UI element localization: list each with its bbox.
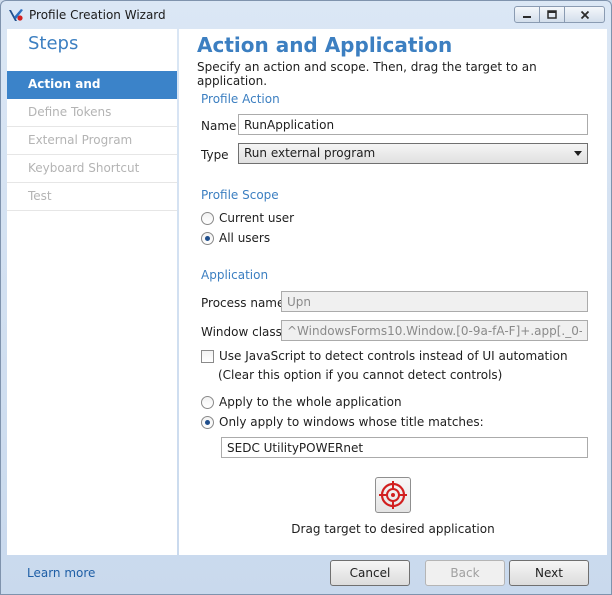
scope-all-users-option[interactable]: All users	[201, 231, 270, 245]
main-panel: Action and Application Specify an action…	[179, 29, 607, 555]
close-icon	[580, 10, 589, 19]
page-subtitle: Specify an action and scope. Then, drag …	[197, 60, 537, 88]
drag-target-caption: Drag target to desired application	[291, 522, 495, 536]
apply-whole-application-option[interactable]: Apply to the whole application	[201, 395, 402, 409]
application-heading: Application	[201, 268, 269, 282]
next-button[interactable]: Next	[509, 560, 589, 586]
step-define-tokens: Define Tokens	[7, 99, 177, 127]
close-button[interactable]	[565, 6, 605, 23]
profile-scope-heading: Profile Scope	[201, 188, 279, 202]
minimize-button[interactable]	[514, 6, 540, 23]
type-select[interactable]: Run external program	[238, 143, 588, 164]
scope-current-user-radio[interactable]	[201, 211, 214, 225]
step-action-and-application[interactable]: Action and Application	[7, 71, 177, 118]
back-button[interactable]: Back	[425, 560, 505, 586]
maximize-button[interactable]	[540, 6, 565, 23]
page-title: Action and Application	[197, 33, 453, 57]
window-class-input[interactable]	[281, 320, 588, 341]
name-input[interactable]	[238, 114, 588, 135]
cancel-button[interactable]: Cancel	[330, 560, 410, 586]
process-name-input[interactable]	[281, 291, 588, 312]
app-logo-icon	[8, 7, 24, 23]
steps-title: Steps	[28, 33, 79, 54]
crosshair-target-icon	[379, 481, 407, 509]
steps-sidebar: Steps Action and Application Define Toke…	[7, 29, 177, 555]
profile-action-heading: Profile Action	[201, 92, 280, 106]
use-javascript-note: (Clear this option if you cannot detect …	[218, 368, 503, 382]
step-keyboard-shortcut: Keyboard Shortcut	[7, 155, 177, 183]
wizard-window: Profile Creation Wizard Steps Action and…	[0, 0, 612, 595]
title-match-input[interactable]	[221, 437, 588, 458]
process-name-label: Process name	[201, 296, 285, 310]
name-label: Name	[201, 119, 237, 133]
title-bar[interactable]: Profile Creation Wizard	[1, 1, 611, 29]
scope-current-user-option[interactable]: Current user	[201, 211, 294, 225]
type-select-value: Run external program	[244, 146, 376, 160]
step-external-program: External Program	[7, 127, 177, 155]
window-class-label: Window class	[201, 325, 282, 339]
apply-whole-application-radio[interactable]	[201, 395, 214, 409]
maximize-icon	[547, 10, 557, 19]
type-label: Type	[201, 148, 229, 162]
chevron-down-icon	[574, 151, 582, 156]
scope-all-users-label: All users	[219, 231, 271, 245]
use-javascript-option[interactable]: Use JavaScript to detect controls instea…	[201, 349, 568, 363]
learn-more-link[interactable]: Learn more	[27, 566, 95, 580]
apply-title-match-radio[interactable]	[201, 415, 214, 429]
drag-target-handle[interactable]	[375, 477, 411, 513]
use-javascript-label: Use JavaScript to detect controls instea…	[219, 349, 568, 363]
scope-all-users-radio[interactable]	[201, 231, 214, 245]
window-title: Profile Creation Wizard	[29, 8, 166, 22]
apply-title-match-option[interactable]: Only apply to windows whose title matche…	[201, 415, 484, 429]
apply-whole-application-label: Apply to the whole application	[219, 395, 402, 409]
apply-title-match-label: Only apply to windows whose title matche…	[219, 415, 484, 429]
step-test: Test	[7, 183, 177, 211]
wizard-footer: Learn more Cancel Back Next	[7, 555, 607, 595]
scope-current-user-label: Current user	[219, 211, 295, 225]
minimize-icon	[523, 15, 531, 18]
window-controls	[514, 6, 605, 23]
use-javascript-checkbox[interactable]	[201, 349, 214, 363]
